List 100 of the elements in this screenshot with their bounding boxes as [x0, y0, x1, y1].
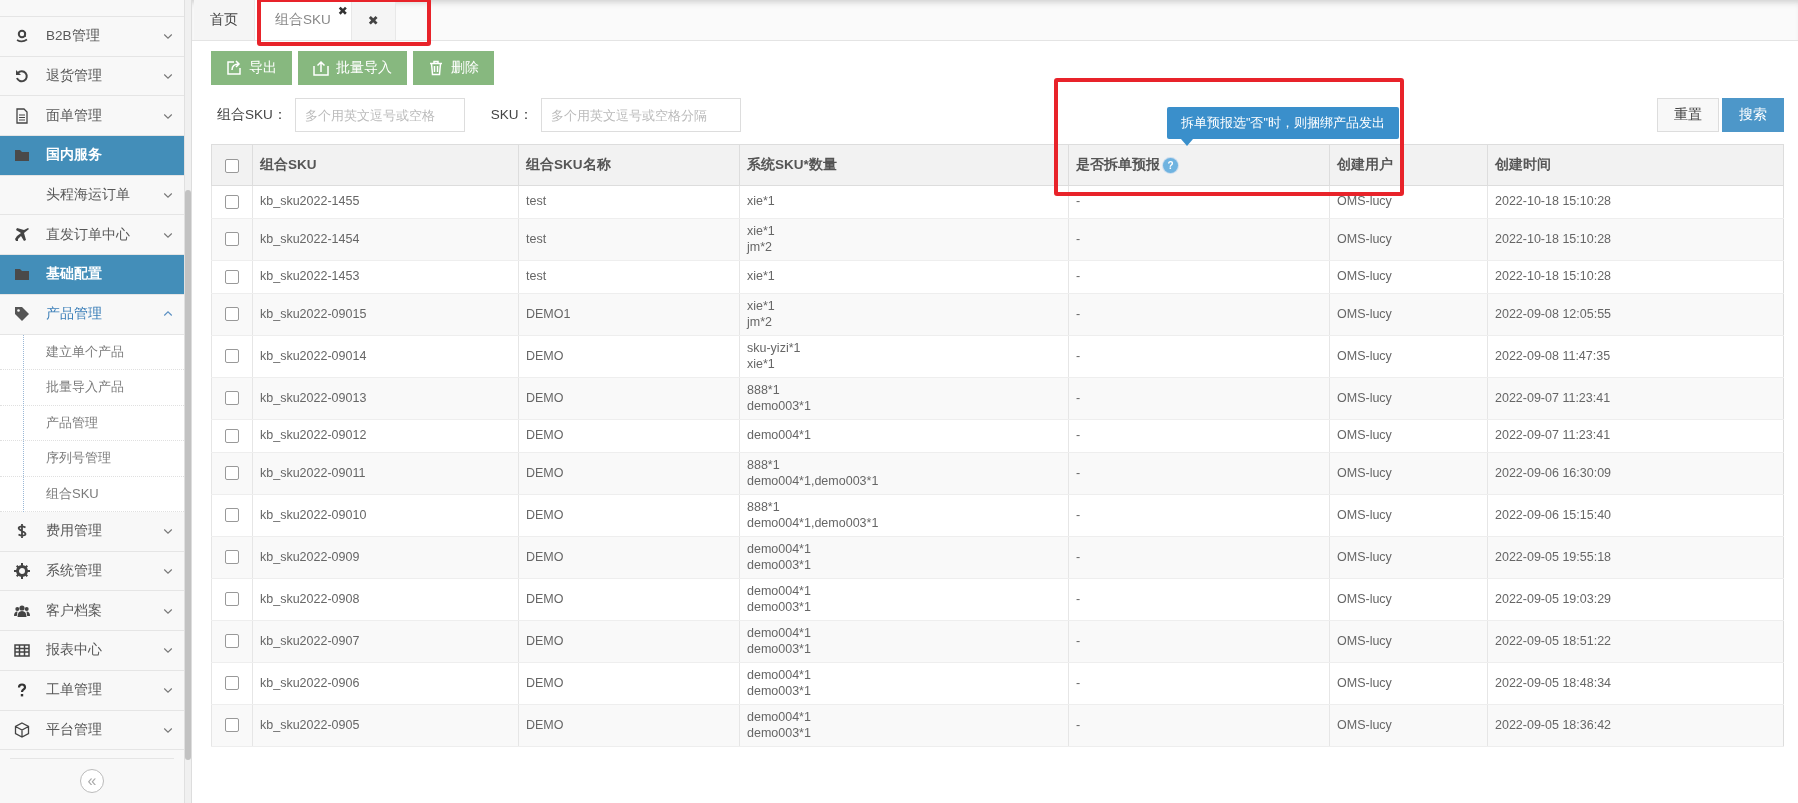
gear-icon — [14, 563, 30, 580]
table-cell: DEMO — [526, 390, 564, 405]
table-cell: OMS-lucy — [1337, 633, 1392, 648]
close-tab-button[interactable]: ✖ — [337, 5, 348, 17]
row-checkbox[interactable] — [225, 307, 239, 322]
tab[interactable]: 首页 — [194, 0, 255, 40]
table-cell: kb_sku2022-0907 — [260, 633, 360, 648]
filter-input[interactable]: 多个用英文逗号或空格分隔 — [540, 98, 741, 132]
close-all-tabs-button[interactable]: ✖ — [351, 0, 396, 40]
table-cell: 2022-09-05 19:55:18 — [1495, 549, 1612, 564]
row-checkbox[interactable] — [225, 718, 239, 733]
table-cell: kb_sku2022-0909 — [260, 549, 360, 564]
table-cell: - — [1076, 428, 1081, 443]
row-checkbox[interactable] — [225, 592, 239, 607]
table-cell: OMS-lucy — [1337, 306, 1392, 321]
sidebar-item[interactable]: 费用管理 — [0, 512, 184, 552]
table-cell-line: demo003*1 — [747, 683, 812, 699]
submenu-item[interactable]: 产品管理 — [0, 405, 184, 441]
sidebar-item[interactable]: 平台管理 — [0, 710, 184, 751]
submenu-item[interactable]: 序列号管理 — [0, 441, 184, 477]
sidebar-item[interactable]: 系统管理 — [0, 551, 184, 592]
table-cell-line: sku-yizi*1 — [747, 341, 802, 357]
sidebar-item[interactable]: 客户档案 — [0, 591, 184, 632]
row-checkbox[interactable] — [225, 428, 239, 443]
table-cell: - — [1076, 194, 1081, 209]
cube-icon — [14, 721, 30, 738]
table-cell: DEMO — [526, 675, 564, 690]
sidebar-item[interactable]: B2B管理 — [0, 16, 184, 57]
table-cell: DEMO — [526, 633, 564, 648]
row-checkbox[interactable] — [225, 676, 239, 691]
row-checkbox[interactable] — [225, 508, 239, 523]
table-cell: DEMO — [526, 507, 564, 522]
table-cell: test — [526, 231, 547, 246]
table-cell: DEMO — [526, 549, 564, 564]
row-checkbox[interactable] — [225, 634, 239, 649]
sidebar-item[interactable]: 头程海运订单 — [0, 175, 184, 216]
submenu-item[interactable]: 建立单个产品 — [0, 334, 184, 370]
table-cell: DEMO — [526, 717, 564, 732]
row-checkbox[interactable] — [225, 391, 239, 406]
table-cell: kb_sku2022-09013 — [260, 390, 367, 405]
table-cell: - — [1076, 591, 1081, 606]
row-checkbox[interactable] — [225, 349, 239, 364]
table-cell: kb_sku2022-0908 — [260, 591, 360, 606]
filter-label: 组合SKU： — [217, 106, 287, 124]
table-cell-line: demo003*1 — [747, 641, 812, 657]
circle-smile-icon — [14, 28, 30, 45]
table-icon — [14, 642, 30, 659]
table-cell: kb_sku2022-09015 — [260, 306, 367, 321]
table-cell: OMS-lucy — [1337, 428, 1392, 443]
sidebar-section-header[interactable]: 基础配置 — [0, 255, 184, 295]
table-cell: OMS-lucy — [1337, 390, 1392, 405]
submenu-item[interactable]: 组合SKU — [0, 476, 184, 512]
sidebar-item[interactable]: 报表中心 — [0, 631, 184, 671]
sidebar-item[interactable]: 工单管理 — [0, 670, 184, 711]
table-cell-line: demo004*1 — [747, 428, 812, 444]
scrollbar-thumb[interactable] — [185, 190, 191, 760]
row-checkbox[interactable] — [225, 232, 239, 247]
users-icon — [14, 602, 30, 619]
table-cell: 2022-09-05 18:51:22 — [1495, 633, 1612, 648]
export-icon — [226, 60, 242, 76]
table-cell-line: demo003*1 — [747, 398, 812, 414]
table-cell: OMS-lucy — [1337, 507, 1392, 522]
row-checkbox[interactable] — [225, 550, 239, 565]
table-cell: OMS-lucy — [1337, 269, 1392, 284]
table-cell: - — [1076, 231, 1081, 246]
sidebar-item[interactable]: 产品管理 — [0, 294, 184, 335]
table-cell: 2022-09-06 15:15:40 — [1495, 507, 1612, 522]
table-cell: DEMO — [526, 465, 564, 480]
table-cell: OMS-lucy — [1337, 549, 1392, 564]
table-cell: - — [1076, 465, 1081, 480]
table-cell: DEMO — [526, 428, 564, 443]
tab[interactable]: 组合SKU ✖ — [255, 0, 352, 40]
table-cell-line: demo003*1 — [747, 725, 812, 741]
sidebar-item[interactable]: 面单管理 — [0, 96, 184, 136]
table-cell-line: xie*1 — [747, 224, 776, 240]
folder-icon — [14, 266, 30, 283]
table-cell: - — [1076, 507, 1081, 522]
undo-icon — [14, 67, 30, 84]
submenu-item[interactable]: 批量导入产品 — [0, 370, 184, 406]
table-cell: kb_sku2022-1454 — [260, 231, 360, 246]
table-cell: - — [1076, 269, 1081, 284]
select-all-checkbox[interactable] — [225, 158, 239, 173]
filter-input[interactable]: 多个用英文逗号或空格 — [294, 98, 465, 132]
table-cell-line: xie*1 — [747, 194, 776, 210]
sidebar-item[interactable]: 退货管理 — [0, 56, 184, 97]
table-cell-line: demo004*1 — [747, 710, 812, 726]
table-cell: 2022-09-05 18:36:42 — [1495, 717, 1612, 732]
trash-icon — [428, 60, 444, 76]
table-cell-line: jm*2 — [747, 239, 773, 255]
reset-button[interactable]: 重置 — [1657, 98, 1719, 132]
table-cell-line: jm*2 — [747, 314, 773, 330]
table-cell: - — [1076, 306, 1081, 321]
sidebar-section-header[interactable]: 国内服务 — [0, 136, 184, 176]
folder-icon — [14, 147, 30, 164]
table-cell: kb_sku2022-09014 — [260, 348, 367, 363]
row-checkbox[interactable] — [225, 269, 239, 284]
row-checkbox[interactable] — [225, 194, 239, 209]
table-cell: 2022-09-06 16:30:09 — [1495, 465, 1612, 480]
table-cell: DEMO — [526, 348, 564, 363]
row-checkbox[interactable] — [225, 466, 239, 481]
